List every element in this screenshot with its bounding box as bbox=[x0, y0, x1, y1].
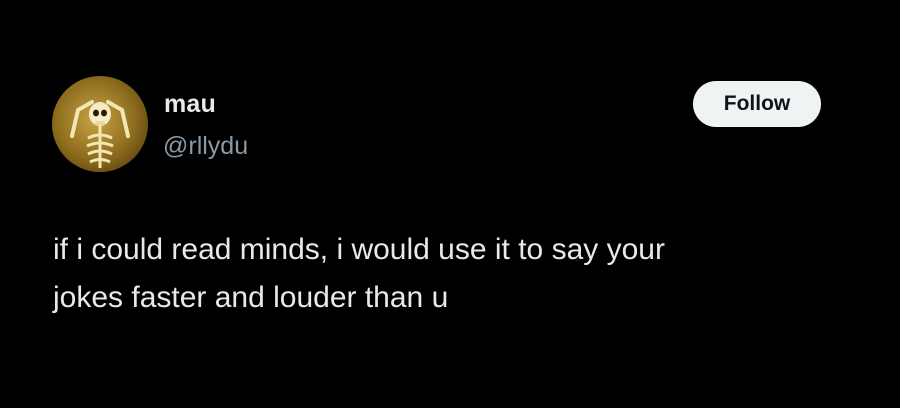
author-handle[interactable]: @rllydu bbox=[163, 132, 248, 161]
author-display-name[interactable]: mau bbox=[164, 90, 216, 119]
avatar[interactable] bbox=[52, 76, 148, 172]
tweet-text: if i could read minds, i would use it to… bbox=[53, 226, 853, 322]
follow-button[interactable]: Follow bbox=[693, 81, 821, 127]
skeleton-avatar-icon bbox=[70, 100, 130, 168]
tweet-text-line: if i could read minds, i would use it to… bbox=[53, 233, 665, 266]
tweet-text-line: jokes faster and louder than u bbox=[53, 281, 449, 314]
tweet-card: mau @rllydu Follow if i could read minds… bbox=[0, 0, 900, 408]
